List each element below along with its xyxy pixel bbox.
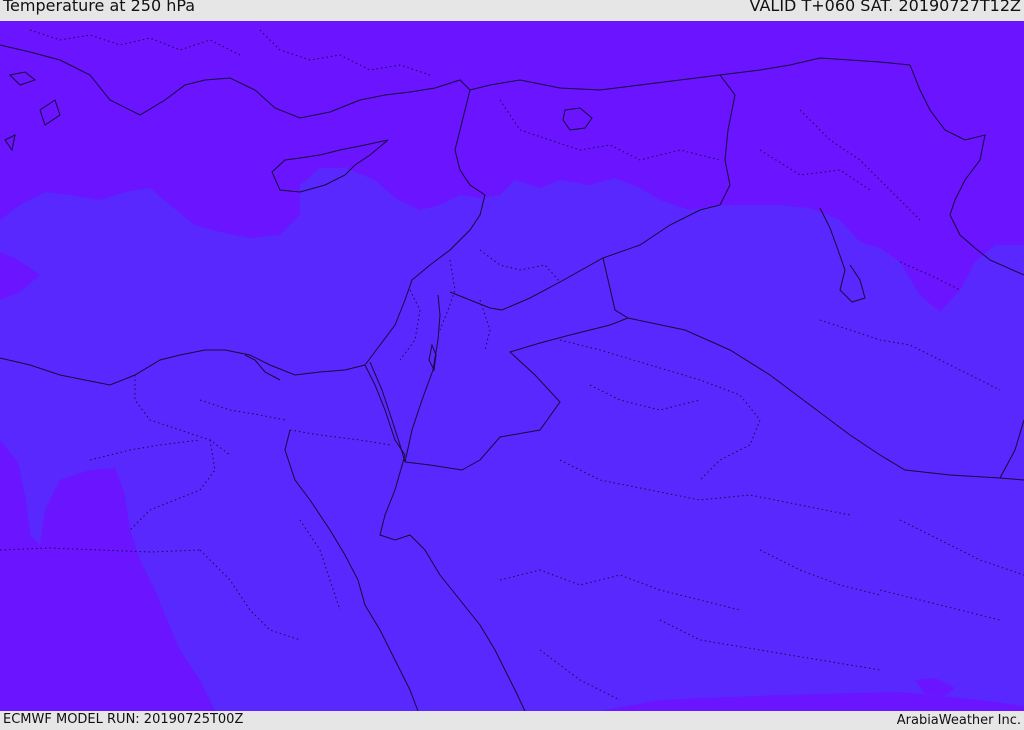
valid-time-label: VALID T+060 SAT. 20190727T12Z	[749, 0, 1021, 15]
footer-bar: ECMWF MODEL RUN: 20190725T00Z ArabiaWeat…	[0, 711, 1024, 729]
temperature-map	[0, 21, 1024, 711]
header-bar: Temperature at 250 hPa VALID T+060 SAT. …	[0, 0, 1024, 21]
map-title: Temperature at 250 hPa	[3, 0, 196, 15]
map-viewer: Temperature at 250 hPa VALID T+060 SAT. …	[0, 0, 1024, 729]
model-run-label: ECMWF MODEL RUN: 20190725T00Z	[3, 712, 244, 727]
credit-label: ArabiaWeather Inc.	[896, 713, 1021, 728]
